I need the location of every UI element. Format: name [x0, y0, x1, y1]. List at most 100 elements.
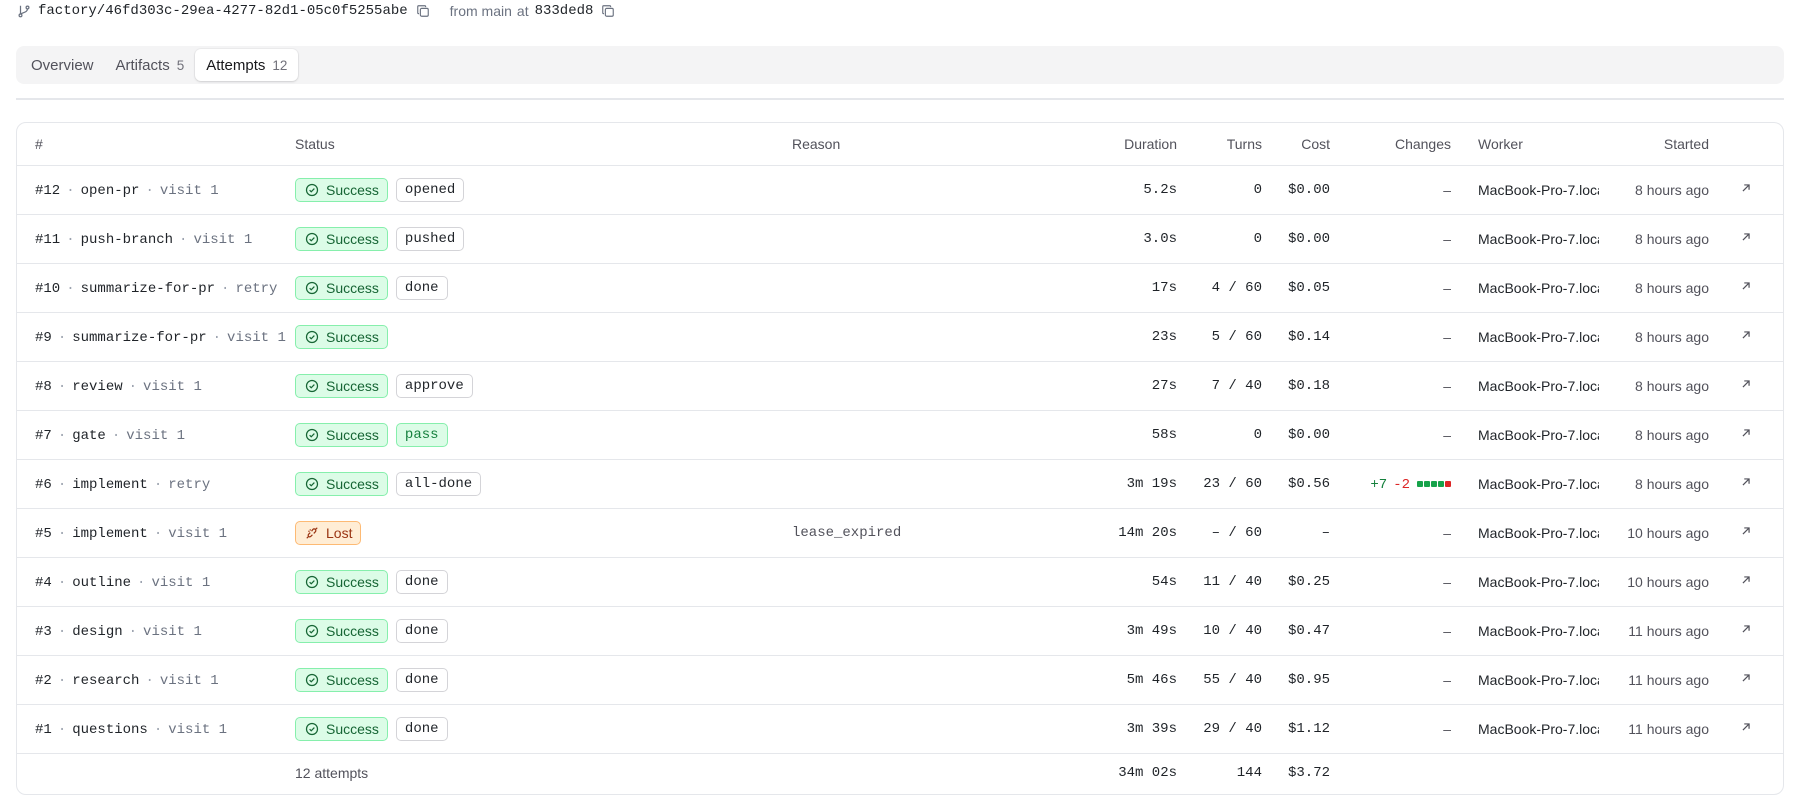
reason-cell: [792, 606, 1060, 656]
check-circle-icon: [305, 428, 319, 442]
arrow-up-right-icon[interactable]: [1739, 426, 1753, 440]
turns-cell: 23 / 60: [1177, 459, 1262, 509]
col-header-cost[interactable]: Cost: [1262, 123, 1330, 166]
table-row[interactable]: #4 · outline · visit 1 Success done 54s 11 / …: [17, 557, 1783, 607]
attempt-cell: #9 · summarize-for-pr · visit 1: [17, 312, 295, 362]
status-badge: Success: [295, 569, 388, 594]
separator-dot: ·: [221, 280, 230, 297]
col-header-worker[interactable]: Worker: [1451, 123, 1599, 166]
col-header-duration[interactable]: Duration: [1060, 123, 1177, 166]
table-row[interactable]: #12 · open-pr · visit 1 Success opened 5.2s 0…: [17, 165, 1783, 215]
started-cell: 8 hours ago: [1599, 214, 1709, 264]
col-header-changes[interactable]: Changes: [1330, 123, 1451, 166]
separator-dot: ·: [212, 329, 222, 346]
status-label: Success: [326, 475, 379, 492]
visit-label: visit 1: [143, 378, 202, 395]
col-header-turns[interactable]: Turns: [1177, 123, 1262, 166]
status-label: Success: [326, 181, 379, 198]
check-circle-icon: [305, 379, 319, 393]
outcome-tag: done: [395, 618, 448, 643]
git-branch-icon: [17, 4, 31, 18]
col-header-status[interactable]: Status: [295, 123, 792, 166]
table-row[interactable]: #7 · gate · visit 1 Success pass 58s 0 $0.00 …: [17, 410, 1783, 460]
worker-cell: MacBook-Pro-7.local: [1451, 361, 1599, 411]
open-cell: [1709, 655, 1783, 705]
table-row[interactable]: #6 · implement · retry Success all-done 3m 19…: [17, 459, 1783, 509]
tab-attempts[interactable]: Attempts 12: [195, 49, 299, 81]
unplug-icon: [305, 526, 319, 540]
arrow-up-right-icon[interactable]: [1739, 475, 1753, 489]
table-row[interactable]: #2 · research · visit 1 Success done 5m 46s 5…: [17, 655, 1783, 705]
duration-cell: 54s: [1060, 557, 1177, 607]
status-label: Success: [326, 279, 379, 296]
open-cell: [1709, 508, 1783, 558]
separator-dot: ·: [145, 672, 154, 689]
turns-cell: 29 / 40: [1177, 704, 1262, 754]
table-row[interactable]: #8 · review · visit 1 Success approve 27s 7 /…: [17, 361, 1783, 411]
arrow-up-right-icon[interactable]: [1739, 720, 1753, 734]
attempt-number: #9: [35, 329, 52, 346]
table-row[interactable]: #11 · push-branch · visit 1 Success pushed 3.…: [17, 214, 1783, 264]
table-row[interactable]: #5 · implement · visit 1 Lost lease_expired …: [17, 508, 1783, 558]
cost-cell: $0.05: [1262, 263, 1330, 313]
visit-label: visit 1: [143, 623, 202, 640]
arrow-up-right-icon[interactable]: [1739, 230, 1753, 244]
node-name: summarize-for-pr: [72, 329, 207, 346]
attempt-cell: #5 · implement · visit 1: [17, 508, 295, 558]
copy-icon[interactable]: [601, 4, 615, 18]
status-badge: Success: [295, 422, 388, 447]
attempt-number: #12: [35, 182, 61, 199]
cost-cell: $0.14: [1262, 312, 1330, 362]
table-row[interactable]: #10 · summarize-for-pr · retry Success done 1…: [17, 263, 1783, 313]
table-row[interactable]: #3 · design · visit 1 Success done 3m 49s 10 …: [17, 606, 1783, 656]
check-circle-icon: [305, 232, 319, 246]
cost-cell: $0.25: [1262, 557, 1330, 607]
tab-artifacts[interactable]: Artifacts 5: [105, 49, 196, 81]
duration-cell: 14m 20s: [1060, 508, 1177, 558]
open-cell: [1709, 459, 1783, 509]
worker-cell: MacBook-Pro-7.local: [1451, 557, 1599, 607]
reason-cell: [792, 214, 1060, 264]
status-badge: Success: [295, 373, 388, 398]
attempts-total-label: 12 attempts: [295, 765, 369, 782]
status-cell: Success done: [295, 606, 792, 656]
turns-cell: 0: [1177, 214, 1262, 264]
arrow-up-right-icon[interactable]: [1739, 181, 1753, 195]
started-cell: 10 hours ago: [1599, 508, 1709, 558]
worker-cell: MacBook-Pro-7.local: [1451, 459, 1599, 509]
table-row[interactable]: #9 · summarize-for-pr · visit 1 Success 23s …: [17, 312, 1783, 362]
attempt-number: #1: [35, 721, 52, 738]
arrow-up-right-icon[interactable]: [1739, 622, 1753, 636]
tab-overview[interactable]: Overview: [20, 49, 105, 81]
col-header-reason[interactable]: Reason: [792, 123, 1060, 166]
separator-dot: ·: [57, 672, 67, 689]
arrow-up-right-icon[interactable]: [1739, 328, 1753, 342]
turns-cell: – / 60: [1177, 508, 1262, 558]
changes-cell: +7 -2: [1330, 459, 1451, 509]
arrow-up-right-icon[interactable]: [1739, 573, 1753, 587]
arrow-up-right-icon[interactable]: [1739, 671, 1753, 685]
arrow-up-right-icon[interactable]: [1739, 524, 1753, 538]
outcome-tag: done: [395, 716, 448, 741]
reason-cell: [792, 165, 1060, 215]
separator-dot: ·: [153, 721, 163, 738]
arrow-up-right-icon[interactable]: [1739, 279, 1753, 293]
status-cell: Success done: [295, 263, 792, 313]
separator-dot: ·: [57, 329, 67, 346]
worker-cell: MacBook-Pro-7.local: [1451, 312, 1599, 362]
check-circle-icon: [305, 330, 319, 344]
tab-label: Overview: [31, 56, 94, 74]
arrow-up-right-icon[interactable]: [1739, 377, 1753, 391]
commit-sha: 833ded8: [534, 3, 594, 19]
status-label: Success: [326, 671, 379, 688]
status-badge: Success: [295, 226, 388, 251]
node-name: open-pr: [80, 182, 140, 199]
copy-icon[interactable]: [416, 4, 430, 18]
attempt-cell: #7 · gate · visit 1: [17, 410, 295, 460]
col-header-id[interactable]: #: [17, 123, 295, 166]
total-cost: $3.72: [1287, 765, 1330, 782]
node-name: outline: [72, 574, 132, 591]
col-header-started[interactable]: Started: [1599, 123, 1709, 166]
table-row[interactable]: #1 · questions · visit 1 Success done 3m 39s …: [17, 704, 1783, 754]
open-cell: [1709, 557, 1783, 607]
